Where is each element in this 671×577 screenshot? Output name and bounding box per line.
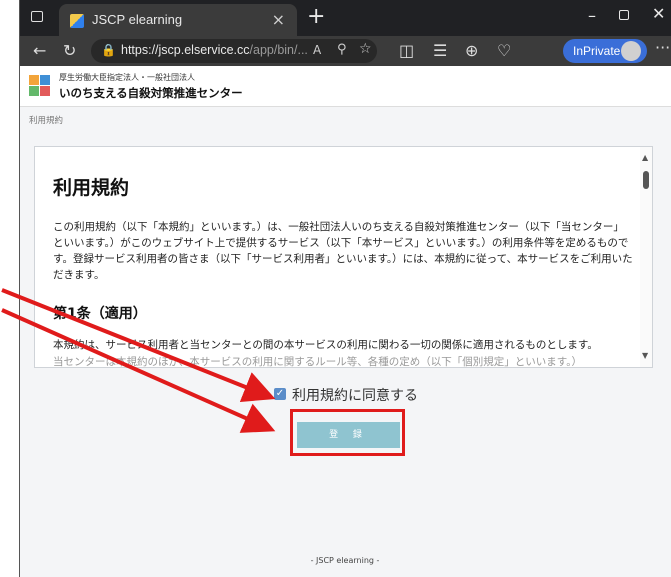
web-page: 厚生労働大臣指定法人・一般社団法人 いのち支える自殺対策推進センター 利用規約 …	[19, 66, 671, 577]
collections-icon[interactable]: ⊕	[465, 41, 478, 61]
minimize-button[interactable]: –	[588, 6, 596, 25]
new-tab-button[interactable]: +	[307, 4, 325, 29]
register-button[interactable]: 登 録	[297, 422, 400, 448]
scroll-thumb[interactable]	[643, 171, 649, 189]
article-text: 本規約は、サービス利用者と当センターとの間の本サービスの利用に関わる一切の関係に…	[53, 339, 598, 351]
profile-avatar	[621, 41, 641, 61]
scrollbar[interactable]: ▲ ▼	[640, 147, 652, 367]
terms-scroll-box[interactable]: 利用規約 この利用規約（以下「本規約」といいます。）は、一般社団法人いのち支える…	[34, 146, 653, 368]
site-subtitle: 厚生労働大臣指定法人・一般社団法人	[59, 73, 195, 82]
favorite-star-icon[interactable]: ☆	[359, 41, 372, 57]
browser-essentials-icon[interactable]: ♡	[497, 41, 511, 61]
article-text-cut: 当センターは本規約のほか、本サービスの利用に関するルール等、各種の定め（以下「個…	[53, 356, 582, 368]
back-arrow-icon[interactable]: ←	[33, 41, 46, 61]
scroll-up-icon[interactable]: ▲	[642, 153, 648, 162]
address-bar[interactable]: 🔒 https://jscp.elservice.cc/app/bin/... …	[91, 39, 377, 63]
tab-title: JSCP elearning	[92, 12, 183, 27]
tab-close-button[interactable]: ×	[272, 10, 285, 29]
lock-icon: 🔒	[101, 43, 116, 57]
more-options-icon[interactable]: ···	[655, 38, 670, 57]
frame-border	[19, 0, 20, 577]
zoom-icon[interactable]: ⚲	[337, 42, 347, 57]
breadcrumb: 利用規約	[29, 116, 64, 126]
site-logo	[29, 75, 51, 97]
maximize-button[interactable]	[619, 10, 629, 20]
favicon-icon	[70, 14, 84, 28]
site-header: 厚生労働大臣指定法人・一般社団法人 いのち支える自殺対策推進センター	[19, 66, 671, 107]
site-title: いのち支える自殺対策推進センター	[59, 86, 243, 100]
terms-paragraph: この利用規約（以下「本規約」といいます。）は、一般社団法人いのち支える自殺対策推…	[53, 221, 633, 281]
tab-bar: JSCP elearning × + – ✕	[19, 0, 671, 36]
browser-window: JSCP elearning × + – ✕ ← ↻ 🔒 https://jsc…	[19, 0, 671, 577]
close-window-button[interactable]: ✕	[652, 4, 665, 23]
read-aloud-icon[interactable]: A	[313, 43, 321, 57]
terms-title: 利用規約	[53, 177, 130, 199]
browser-tab[interactable]: JSCP elearning ×	[59, 4, 297, 36]
article-heading: 第1条（適用）	[53, 306, 147, 322]
agree-checkbox[interactable]: ✓	[274, 388, 286, 400]
inprivate-button[interactable]: InPrivate	[563, 39, 647, 63]
split-screen-icon[interactable]: ◫	[399, 41, 414, 61]
url-text: https://jscp.elservice.cc/app/bin/...	[121, 43, 308, 57]
browser-toolbar: ← ↻ 🔒 https://jscp.elservice.cc/app/bin/…	[19, 36, 671, 66]
page-footer: - JSCP elearning -	[310, 556, 380, 565]
refresh-icon[interactable]: ↻	[63, 41, 76, 61]
favorites-icon[interactable]: ☰	[433, 41, 447, 61]
agree-label[interactable]: 利用規約に同意する	[292, 385, 418, 405]
scroll-down-icon[interactable]: ▼	[642, 351, 648, 360]
tab-actions-icon[interactable]	[31, 11, 43, 22]
